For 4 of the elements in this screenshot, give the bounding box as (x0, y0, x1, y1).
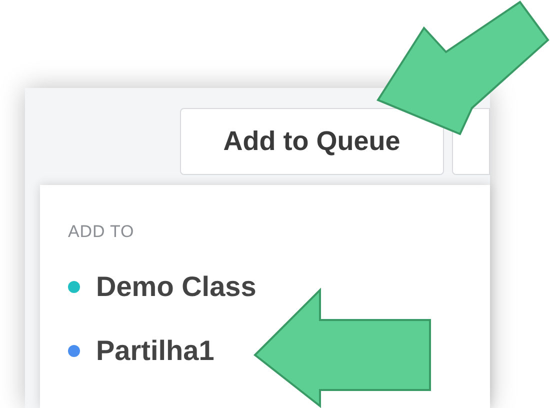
menu-item[interactable]: Demo Class (96, 268, 256, 304)
add-to-queue-button[interactable]: Add to Queue (180, 108, 444, 175)
menu-heading: ADD TO (68, 221, 134, 243)
menu-item[interactable]: Partilha1 (96, 332, 214, 368)
